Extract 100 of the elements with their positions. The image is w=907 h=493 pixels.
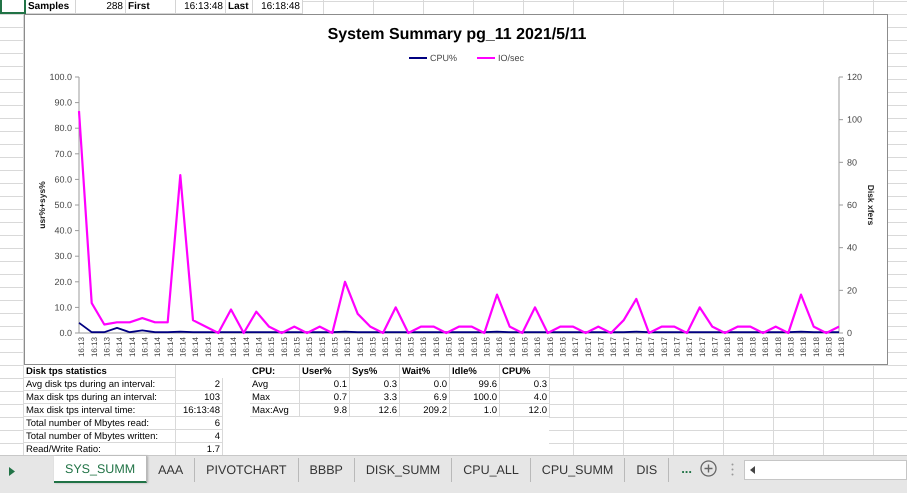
x-axis-tick-label: 16:18 bbox=[837, 337, 846, 358]
x-axis-tick-label: 16:18 bbox=[824, 337, 834, 358]
table-cell: Max disk tps during an interval: bbox=[24, 391, 176, 404]
table-cell: 3.3 bbox=[350, 391, 400, 404]
x-axis-tick-label: 16:16 bbox=[457, 337, 466, 358]
table-cell: 6.9 bbox=[400, 391, 450, 404]
table-cell: Avg bbox=[250, 378, 300, 391]
table-cell: 99.6 bbox=[450, 378, 500, 391]
x-axis-tick-label: 16:14 bbox=[115, 337, 124, 358]
x-axis-tick-label: 16:14 bbox=[191, 337, 200, 358]
y-axis-tick-label: 90.0 bbox=[54, 98, 72, 108]
table-cell: 9.8 bbox=[300, 404, 350, 417]
x-axis-tick-label: 16:17 bbox=[609, 337, 618, 358]
x-axis-tick-label: 16:17 bbox=[685, 337, 694, 358]
y-axis-tick-label: 80.0 bbox=[54, 123, 72, 134]
x-axis-tick-label: 16:15 bbox=[394, 337, 403, 358]
legend-label: IO/sec bbox=[498, 53, 524, 63]
x-axis-tick-label: 16:14 bbox=[153, 337, 162, 358]
secondary-axis-tick-label: 60 bbox=[847, 200, 858, 210]
x-axis-tick-label: 16:16 bbox=[432, 337, 441, 358]
table-cell: Max disk tps interval time: bbox=[24, 404, 176, 417]
x-axis-tick-label: 16:15 bbox=[381, 337, 390, 358]
x-axis-tick-label: 16:18 bbox=[786, 337, 796, 358]
add-sheet-icon[interactable] bbox=[700, 460, 718, 477]
sheet-tab[interactable]: DISK_SUMM bbox=[354, 458, 452, 482]
sheet-tab[interactable]: DIS bbox=[625, 458, 670, 482]
chart-title: System Summary pg_11 2021/5/11 bbox=[328, 26, 586, 43]
table-cell: 12.0 bbox=[500, 404, 550, 417]
y-axis-tick-label: 30.0 bbox=[54, 251, 72, 262]
x-axis-tick-label: 16:15 bbox=[343, 337, 352, 358]
secondary-axis-tick-label: 40 bbox=[847, 242, 858, 253]
x-axis-tick-label: 16:14 bbox=[216, 337, 226, 358]
horizontal-scrollbar[interactable] bbox=[744, 460, 907, 480]
sheet-tab[interactable]: SYS_SUMM bbox=[54, 456, 148, 483]
x-axis-tick-label: 16:17 bbox=[622, 337, 631, 358]
x-axis-tick-label: 16:15 bbox=[318, 337, 327, 358]
sheet-tab[interactable]: BBBP bbox=[298, 458, 355, 482]
x-axis-tick-label: 16:17 bbox=[660, 337, 669, 358]
x-axis-tick-label: 16:14 bbox=[254, 337, 264, 358]
column-header: CPU: bbox=[250, 365, 300, 378]
table-cell: 4 bbox=[176, 430, 223, 443]
table-cell: 4.0 bbox=[500, 391, 550, 404]
table-cell: 2 bbox=[176, 378, 223, 391]
x-axis-tick-label: 16:15 bbox=[280, 337, 289, 358]
x-axis-tick-label: 16:15 bbox=[356, 337, 365, 358]
table-cell: 209.2 bbox=[400, 404, 450, 417]
sheet-tab[interactable]: CPU_ALL bbox=[452, 458, 531, 482]
table-cell: 100.0 bbox=[450, 391, 500, 404]
column-header: User% bbox=[300, 365, 350, 378]
table-cell: 0.3 bbox=[500, 378, 550, 391]
x-axis-tick-label: 16:13 bbox=[102, 337, 112, 358]
sheet-tab[interactable]: PIVOTCHART bbox=[195, 458, 299, 482]
x-axis-tick-label: 16:13 bbox=[77, 337, 86, 358]
y-axis-tick-label: 20.0 bbox=[54, 276, 72, 287]
x-axis-tick-label: 16:14 bbox=[242, 337, 251, 358]
table-cell: Total number of Mbytes written: bbox=[24, 430, 176, 443]
x-axis-tick-label: 16:13 bbox=[90, 337, 99, 358]
table-cell: 16:13:48 bbox=[176, 404, 223, 417]
next-sheet-icon[interactable] bbox=[9, 467, 15, 476]
x-axis-tick-label: 16:16 bbox=[508, 337, 517, 358]
table-cell: 0.0 bbox=[400, 378, 450, 391]
column-header: CPU% bbox=[500, 365, 550, 378]
y-axis-tick-label: 0.0 bbox=[59, 328, 72, 338]
y-axis-tick-label: 70.0 bbox=[54, 148, 72, 159]
x-axis-tick-label: 16:14 bbox=[178, 337, 188, 358]
y-axis-tick-label: 50.0 bbox=[54, 200, 72, 210]
x-axis-tick-label: 16:14 bbox=[204, 337, 213, 358]
x-axis-tick-label: 16:18 bbox=[761, 337, 770, 358]
secondary-axis-tick-label: 100 bbox=[847, 114, 862, 125]
x-axis-tick-label: 16:14 bbox=[166, 337, 175, 358]
x-axis-tick-label: 16:16 bbox=[546, 337, 555, 358]
y-axis-tick-label: 40.0 bbox=[54, 226, 72, 236]
x-axis-tick-label: 16:18 bbox=[736, 337, 745, 358]
x-axis-tick-label: 16:15 bbox=[406, 337, 416, 358]
x-axis-tick-label: 16:14 bbox=[140, 337, 150, 358]
x-axis-tick-label: 16:18 bbox=[774, 337, 783, 358]
table-cell: Last bbox=[226, 0, 253, 14]
table-cell: 0.1 bbox=[300, 378, 350, 391]
secondary-axis-title: Disk xfers bbox=[866, 184, 876, 226]
x-axis-tick-label: 16:16 bbox=[419, 337, 428, 358]
sheet-tab[interactable]: AAA bbox=[147, 458, 196, 482]
x-axis-tick-label: 16:17 bbox=[596, 337, 606, 358]
table-cell: 6 bbox=[176, 417, 223, 430]
sheet-tab[interactable]: CPU_SUMM bbox=[530, 458, 626, 482]
x-axis-tick-label: 16:15 bbox=[330, 337, 340, 358]
x-axis-tick-label: 16:16 bbox=[482, 337, 492, 358]
x-axis-tick-label: 16:17 bbox=[710, 337, 720, 358]
legend-label: CPU% bbox=[430, 53, 458, 63]
x-axis-tick-label: 16:15 bbox=[292, 337, 302, 358]
secondary-axis-tick-label: 80 bbox=[847, 157, 858, 168]
x-axis-tick-label: 16:18 bbox=[799, 337, 808, 358]
table-cell: 0.3 bbox=[350, 378, 400, 391]
table-cell: 103 bbox=[176, 391, 223, 404]
table-cell: 1.0 bbox=[450, 404, 500, 417]
y-axis-tick-label: 10.0 bbox=[54, 302, 72, 312]
x-axis-tick-label: 16:15 bbox=[267, 337, 276, 358]
table-cell: Max:Avg bbox=[250, 404, 300, 417]
selected-cell[interactable] bbox=[0, 0, 26, 14]
table-cell: 12.6 bbox=[350, 404, 400, 417]
more-tabs-button[interactable]: ... bbox=[681, 461, 692, 476]
